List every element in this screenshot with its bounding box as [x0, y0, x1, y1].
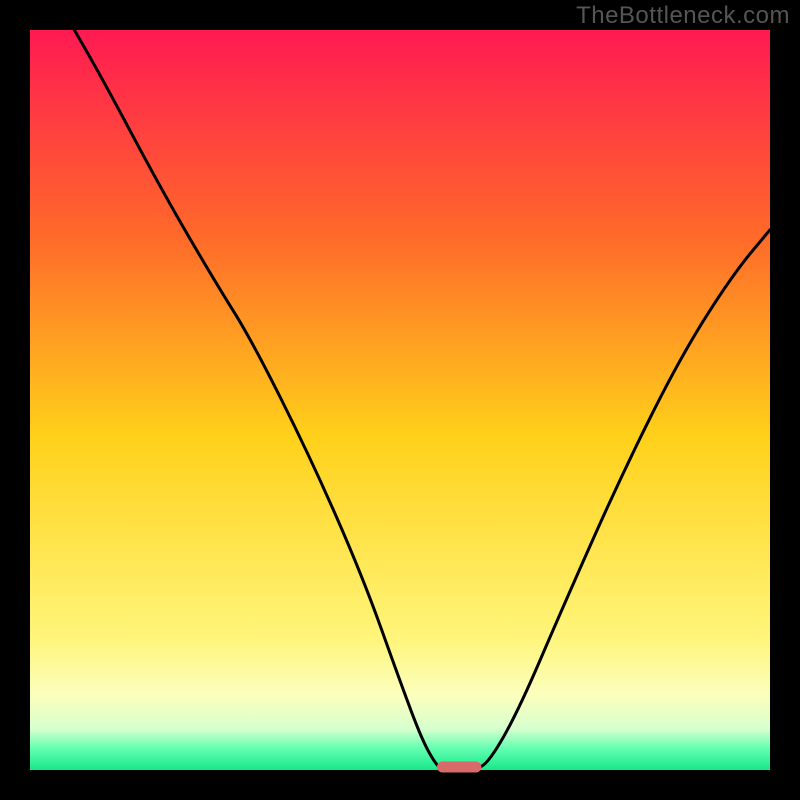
optimal-zone-marker	[437, 761, 481, 772]
bottleneck-chart	[0, 0, 800, 800]
watermark-text: TheBottleneck.com	[576, 2, 790, 30]
